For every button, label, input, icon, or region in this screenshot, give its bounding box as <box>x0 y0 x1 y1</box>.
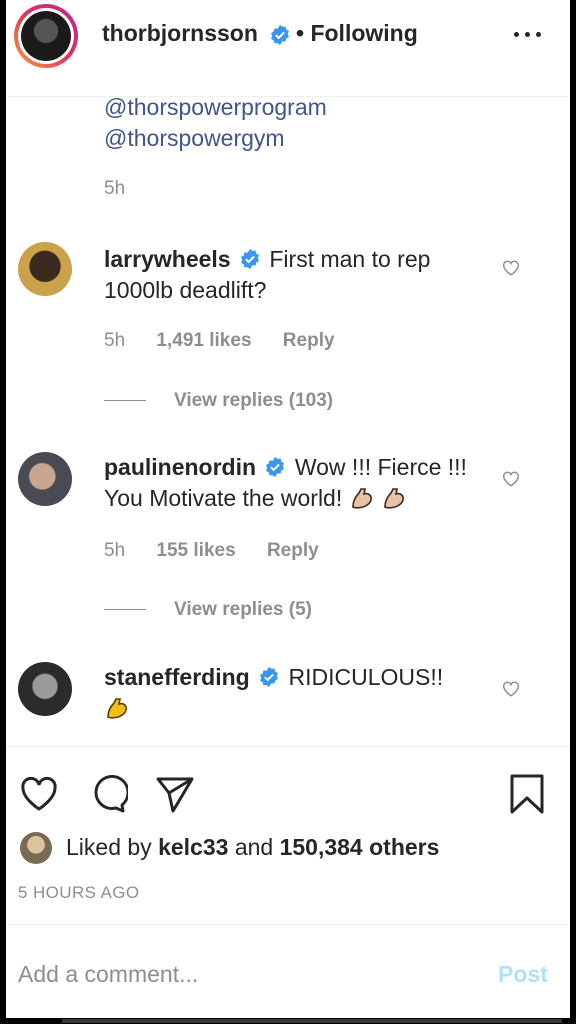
following-status[interactable]: • Following <box>296 20 418 47</box>
comment-body: paulinenordin Wow !!! Fierce !!! You Mot… <box>104 452 494 514</box>
comment-username[interactable]: paulinenordin <box>104 454 256 480</box>
flexed-biceps-emoji-icon <box>351 488 372 509</box>
comment-meta: 5h 155 likes Reply <box>104 540 345 562</box>
like-comment-heart-icon[interactable] <box>500 467 522 489</box>
comment-time: 5h <box>104 330 126 351</box>
post-comment-button[interactable]: Post <box>498 961 548 988</box>
flexed-biceps-emoji-icon <box>107 698 127 719</box>
post-detail-panel: thorbjornsson • Following @thorspowerpro… <box>6 0 570 1018</box>
post-header: thorbjornsson • Following <box>6 0 570 97</box>
add-comment-bar: Post <box>6 924 570 1018</box>
author-username[interactable]: thorbjornsson <box>102 20 258 47</box>
horizontal-scrollbar[interactable] <box>0 1018 576 1024</box>
like-comment-heart-icon[interactable] <box>500 677 522 699</box>
comment-time: 5h <box>104 540 126 561</box>
liker-avatar[interactable] <box>20 832 52 864</box>
reply-button[interactable]: Reply <box>283 330 335 351</box>
like-comment-heart-icon[interactable] <box>500 256 522 278</box>
share-paper-plane-icon[interactable] <box>154 773 196 815</box>
flexed-biceps-emoji-icon <box>384 488 404 509</box>
like-heart-icon[interactable] <box>18 773 60 815</box>
view-replies-button[interactable]: View replies (103) <box>104 390 333 412</box>
save-bookmark-icon[interactable] <box>506 773 548 815</box>
post-timestamp: 5 HOURS AGO <box>18 883 140 902</box>
comment-meta: 5h 1,491 likes Reply <box>104 330 361 352</box>
verified-badge-icon <box>241 248 259 270</box>
mention-link[interactable]: @thorspowerprogram <box>104 92 327 123</box>
reply-button[interactable]: Reply <box>267 540 319 561</box>
likes-count[interactable]: 150,384 others <box>280 834 440 860</box>
comment-likes[interactable]: 1,491 likes <box>156 330 251 351</box>
comment-username[interactable]: stanefferding <box>104 664 250 690</box>
comment-body: stanefferding RIDICULOUS!! <box>104 662 494 724</box>
liker-username[interactable]: kelc33 <box>158 834 228 860</box>
verified-badge-icon <box>266 456 285 478</box>
view-replies-button[interactable]: View replies (5) <box>104 599 312 621</box>
comment-likes[interactable]: 155 likes <box>156 540 235 561</box>
commenter-avatar[interactable] <box>18 242 72 296</box>
caption-time: 5h <box>104 178 126 199</box>
comment-username[interactable]: larrywheels <box>104 246 231 272</box>
comment-text: RIDICULOUS!! <box>288 664 444 690</box>
author-avatar[interactable] <box>14 4 78 68</box>
likes-text: Liked by kelc33 and 150,384 others <box>66 834 440 860</box>
commenter-avatar[interactable] <box>18 452 72 506</box>
verified-badge-icon <box>260 666 279 688</box>
more-options-icon[interactable] <box>514 24 544 44</box>
commenter-avatar[interactable] <box>18 662 72 716</box>
comment-input[interactable] <box>16 953 460 995</box>
verified-badge-icon <box>271 24 289 46</box>
mention-link[interactable]: @thorspowergym <box>104 123 285 154</box>
comment-body: larrywheels First man to rep 1000lb dead… <box>104 244 494 306</box>
comment-bubble-icon[interactable] <box>86 773 128 815</box>
